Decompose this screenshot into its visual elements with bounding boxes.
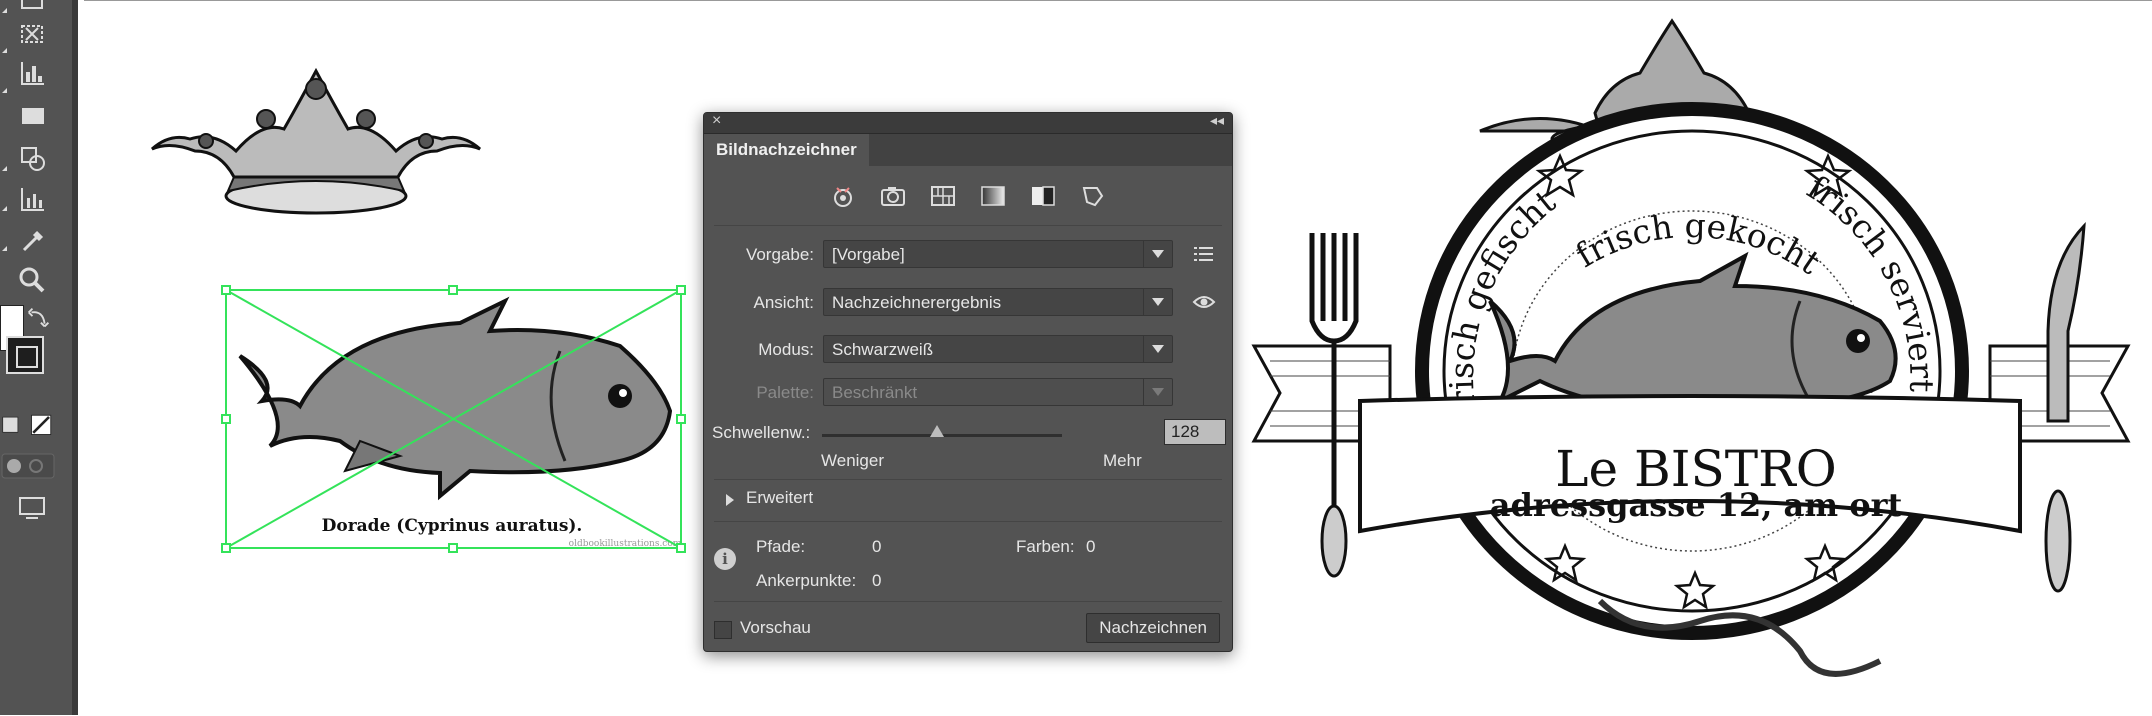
separator bbox=[714, 521, 1222, 522]
draw-mode-icon[interactable] bbox=[0, 448, 58, 484]
anchors-value: 0 bbox=[872, 571, 882, 590]
preset-list-icon[interactable] bbox=[1192, 243, 1216, 265]
view-label: Ansicht: bbox=[753, 293, 814, 312]
threshold-input[interactable]: 128 bbox=[1164, 419, 1226, 445]
panel-tab-bar: Bildnachzeichner bbox=[704, 134, 1232, 166]
threshold-label: Schwellenw.: bbox=[712, 423, 811, 442]
separator bbox=[714, 479, 1222, 480]
tool-flyout-marker bbox=[2, 8, 7, 13]
separator bbox=[714, 601, 1222, 602]
bistro-logo[interactable]: frisch gefischt frisch gekocht frisch se… bbox=[1251, 18, 2131, 677]
zoom-tool-icon[interactable] bbox=[10, 262, 54, 298]
trace-button[interactable]: Nachzeichnen bbox=[1086, 613, 1220, 643]
palette-label: Palette: bbox=[756, 383, 814, 402]
paths-value: 0 bbox=[872, 537, 882, 556]
tool-flyout-marker bbox=[2, 48, 7, 53]
none-color-icon[interactable] bbox=[28, 406, 56, 442]
colors-value: 0 bbox=[1086, 537, 1096, 556]
logo-address: adressgasse 12, am ort bbox=[1490, 486, 1903, 524]
close-icon[interactable]: × bbox=[712, 112, 721, 130]
preview-checkbox[interactable] bbox=[714, 621, 732, 639]
graph-tool-icon[interactable] bbox=[10, 56, 54, 92]
triangle-right-icon[interactable] bbox=[726, 494, 734, 506]
eye-icon[interactable] bbox=[1192, 291, 1216, 313]
palette-value: Beschränkt bbox=[832, 383, 918, 402]
black-white-icon[interactable] bbox=[1028, 181, 1058, 211]
panel-titlebar[interactable]: × ◂◂ bbox=[704, 112, 1232, 134]
fish-caption: Dorade (Cyprinus auratus). bbox=[322, 516, 583, 536]
color-mode-icon[interactable] bbox=[0, 406, 22, 442]
separator bbox=[714, 225, 1222, 226]
colors-label: Farben: bbox=[1016, 537, 1075, 556]
auto-color-icon[interactable] bbox=[828, 181, 858, 211]
slice-select-tool-icon[interactable] bbox=[10, 16, 54, 52]
mode-value: Schwarzweiß bbox=[832, 340, 934, 359]
eyedropper-tool-icon[interactable] bbox=[10, 222, 54, 258]
shape-builder-tool-icon[interactable] bbox=[10, 140, 54, 176]
crown-illustration[interactable] bbox=[151, 67, 481, 215]
preset-select[interactable]: [Vorgabe] bbox=[823, 240, 1173, 268]
chevron-down-icon bbox=[1143, 241, 1172, 267]
tool-flyout-marker bbox=[2, 88, 7, 93]
view-select[interactable]: Nachzeichnerergebnis bbox=[823, 288, 1173, 316]
image-trace-panel: × ◂◂ Bildnachzeichner Vorgabe: [Vorgabe]… bbox=[703, 112, 1233, 652]
chevron-down-icon bbox=[1143, 289, 1172, 315]
preview-label: Vorschau bbox=[740, 618, 811, 637]
mode-select[interactable]: Schwarzweiß bbox=[823, 335, 1173, 363]
slider-min-label: Weniger bbox=[821, 451, 884, 470]
view-value: Nachzeichnerergebnis bbox=[832, 293, 1002, 312]
advanced-toggle[interactable]: Erweitert bbox=[746, 488, 813, 508]
outline-icon[interactable] bbox=[1078, 181, 1108, 211]
stroke-color-swatch[interactable] bbox=[6, 336, 44, 374]
info-icon: i bbox=[714, 548, 736, 570]
column-graph-tool-icon[interactable] bbox=[10, 182, 54, 218]
slider-max-label: Mehr bbox=[1103, 451, 1142, 470]
palette-select: Beschränkt bbox=[823, 378, 1173, 406]
preset-label: Vorgabe: bbox=[745, 245, 814, 264]
tool-flyout-marker bbox=[2, 166, 7, 171]
gradient-tool-icon[interactable] bbox=[10, 98, 54, 134]
high-color-photo-icon[interactable] bbox=[878, 181, 908, 211]
tool-flyout-marker bbox=[2, 246, 7, 251]
chevron-down-icon bbox=[1143, 379, 1172, 405]
swap-colors-icon[interactable] bbox=[24, 300, 54, 336]
tab-image-trace[interactable]: Bildnachzeichner bbox=[704, 134, 869, 166]
preset-value: [Vorgabe] bbox=[832, 245, 905, 264]
paths-label: Pfade: bbox=[756, 537, 806, 556]
tools-panel bbox=[0, 0, 78, 715]
grayscale-icon[interactable] bbox=[978, 181, 1008, 211]
low-color-icon[interactable] bbox=[928, 181, 958, 211]
mode-label: Modus: bbox=[758, 340, 814, 359]
tool-flyout-marker bbox=[2, 206, 7, 211]
collapse-icon[interactable]: ◂◂ bbox=[1210, 112, 1224, 129]
screen-mode-icon[interactable] bbox=[10, 490, 54, 526]
preset-buttons bbox=[704, 181, 1232, 211]
chevron-down-icon bbox=[1143, 336, 1172, 362]
anchors-label: Ankerpunkte: bbox=[756, 571, 857, 590]
threshold-slider-thumb[interactable] bbox=[930, 425, 945, 437]
